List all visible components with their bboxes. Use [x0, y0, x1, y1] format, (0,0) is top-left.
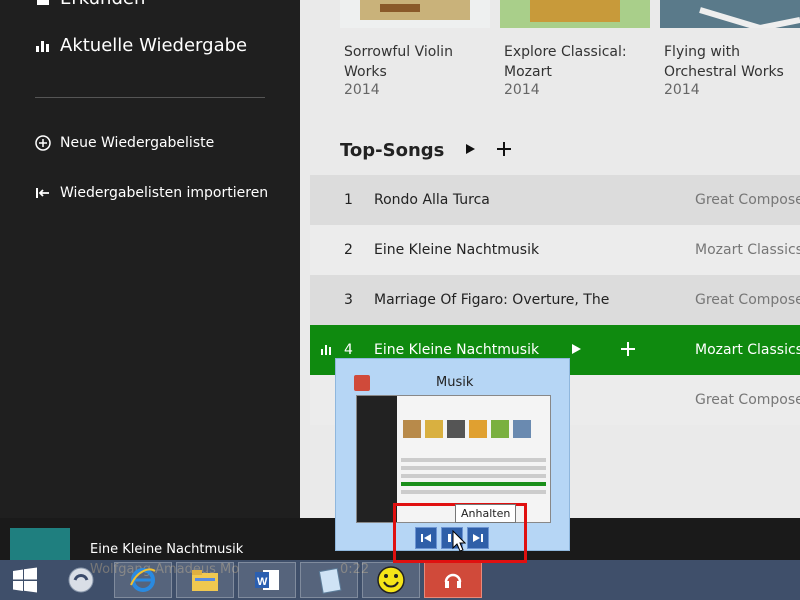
popup-title: Musik: [436, 375, 474, 390]
preview-art: [491, 420, 509, 438]
album-title: Sorrowful Violin Works: [344, 44, 453, 80]
song-title: Rondo Alla Turca: [374, 192, 490, 208]
song-number: 1: [344, 192, 353, 208]
sidebar-item-label: Erkunden: [60, 0, 145, 9]
song-number: 2: [344, 242, 353, 258]
play-song-button[interactable]: [570, 343, 582, 358]
add-circle-icon: [34, 134, 52, 152]
album-title: Flying with Orchestral Works: [664, 44, 784, 80]
song-artist: Mozart Classics: [695, 342, 800, 358]
song-row[interactable]: 2 Eine Kleine Nachtmusik Mozart Classics: [310, 225, 800, 275]
preview-sidebar: [357, 396, 397, 522]
preview-row: [401, 490, 546, 494]
now-playing-icon: [320, 343, 334, 358]
add-all-button[interactable]: [496, 141, 512, 161]
smiley-icon: [377, 566, 405, 594]
preview-row: [401, 466, 546, 470]
sidebar-item-import-playlists[interactable]: Wiedergabelisten importieren: [34, 184, 268, 202]
album-year: 2014: [344, 82, 380, 98]
add-song-button[interactable]: [620, 338, 636, 362]
explore-icon: [34, 0, 52, 8]
folder-icon: [192, 570, 218, 591]
album-card[interactable]: Explore Classical: Mozart 2014: [500, 0, 650, 98]
album-title: Explore Classical: Mozart: [504, 44, 627, 80]
plus-icon: [497, 141, 512, 156]
headphones-icon: [444, 573, 462, 588]
preview-art: [447, 420, 465, 438]
song-number: 3: [344, 292, 353, 308]
song-artist: Great Compose: [695, 192, 800, 208]
notepad-icon: [318, 567, 342, 594]
album-card[interactable]: Sorrowful Violin Works 2014: [340, 0, 490, 98]
taskbar-file-explorer[interactable]: [176, 562, 234, 598]
back-arrow-icon: [68, 567, 94, 593]
sidebar-item-label: Neue Wiedergabeliste: [60, 135, 215, 151]
sidebar-item-explore[interactable]: Erkunden: [34, 0, 145, 9]
preview-art: [469, 420, 487, 438]
internet-explorer-icon: [130, 568, 156, 592]
play-all-button[interactable]: [464, 143, 476, 159]
album-card[interactable]: Flying with Orchestral Works 2014: [660, 0, 800, 98]
import-icon: [34, 184, 52, 202]
song-artist: Great Compose: [695, 292, 800, 308]
taskbar-back-button[interactable]: [52, 562, 110, 598]
preview-art: [513, 420, 531, 438]
album-art: [660, 0, 800, 28]
sidebar: Erkunden Aktuelle Wiedergabe Neue Wieder…: [0, 0, 300, 518]
song-row[interactable]: 3 Marriage Of Figaro: Overture, The Grea…: [310, 275, 800, 325]
start-button[interactable]: [0, 562, 50, 598]
song-artist: Mozart Classics: [695, 242, 800, 258]
play-icon: [572, 343, 581, 354]
album-art: [340, 0, 490, 28]
sidebar-item-label: Wiedergabelisten importieren: [60, 185, 269, 201]
song-title: Marriage Of Figaro: Overture, The: [374, 292, 610, 308]
sidebar-item-new-playlist[interactable]: Neue Wiedergabeliste: [34, 134, 214, 152]
sidebar-divider: [35, 97, 265, 98]
song-number: 4: [344, 342, 353, 358]
preview-art: [403, 420, 421, 438]
album-year: 2014: [504, 82, 540, 98]
song-artist: Great Compose: [695, 392, 800, 408]
equalizer-icon: [34, 37, 52, 55]
album-year: 2014: [664, 82, 700, 98]
preview-row: [401, 474, 546, 478]
top-songs-header: Top-Songs: [340, 140, 512, 161]
song-row[interactable]: 1 Rondo Alla Turca Great Compose: [310, 175, 800, 225]
taskbar-internet-explorer[interactable]: [114, 562, 172, 598]
tooltip: Anhalten: [455, 504, 517, 523]
song-title: Eine Kleine Nachtmusik: [374, 342, 540, 358]
mouse-cursor-icon: [452, 530, 466, 552]
album-art: [500, 0, 650, 28]
play-icon: [466, 143, 476, 154]
windows-icon: [13, 567, 37, 593]
now-playing-title: Eine Kleine Nachtmusik: [90, 542, 244, 557]
preview-row: [401, 482, 546, 486]
sidebar-item-now-playing[interactable]: Aktuelle Wiedergabe: [34, 35, 247, 56]
sidebar-item-label: Aktuelle Wiedergabe: [60, 35, 248, 56]
section-title: Top-Songs: [340, 140, 445, 161]
taskbar-smiley[interactable]: [362, 562, 420, 598]
preview-art: [425, 420, 443, 438]
song-title: Eine Kleine Nachtmusik: [374, 242, 540, 258]
word-icon: W: [255, 570, 279, 590]
taskbar-word[interactable]: W: [238, 562, 296, 598]
taskbar-notepad[interactable]: [300, 562, 358, 598]
preview-row: [401, 458, 546, 462]
music-app-icon: [354, 375, 370, 391]
taskbar-music-app[interactable]: [424, 562, 482, 598]
svg-text:W: W: [257, 576, 268, 588]
plus-icon: [621, 342, 635, 356]
